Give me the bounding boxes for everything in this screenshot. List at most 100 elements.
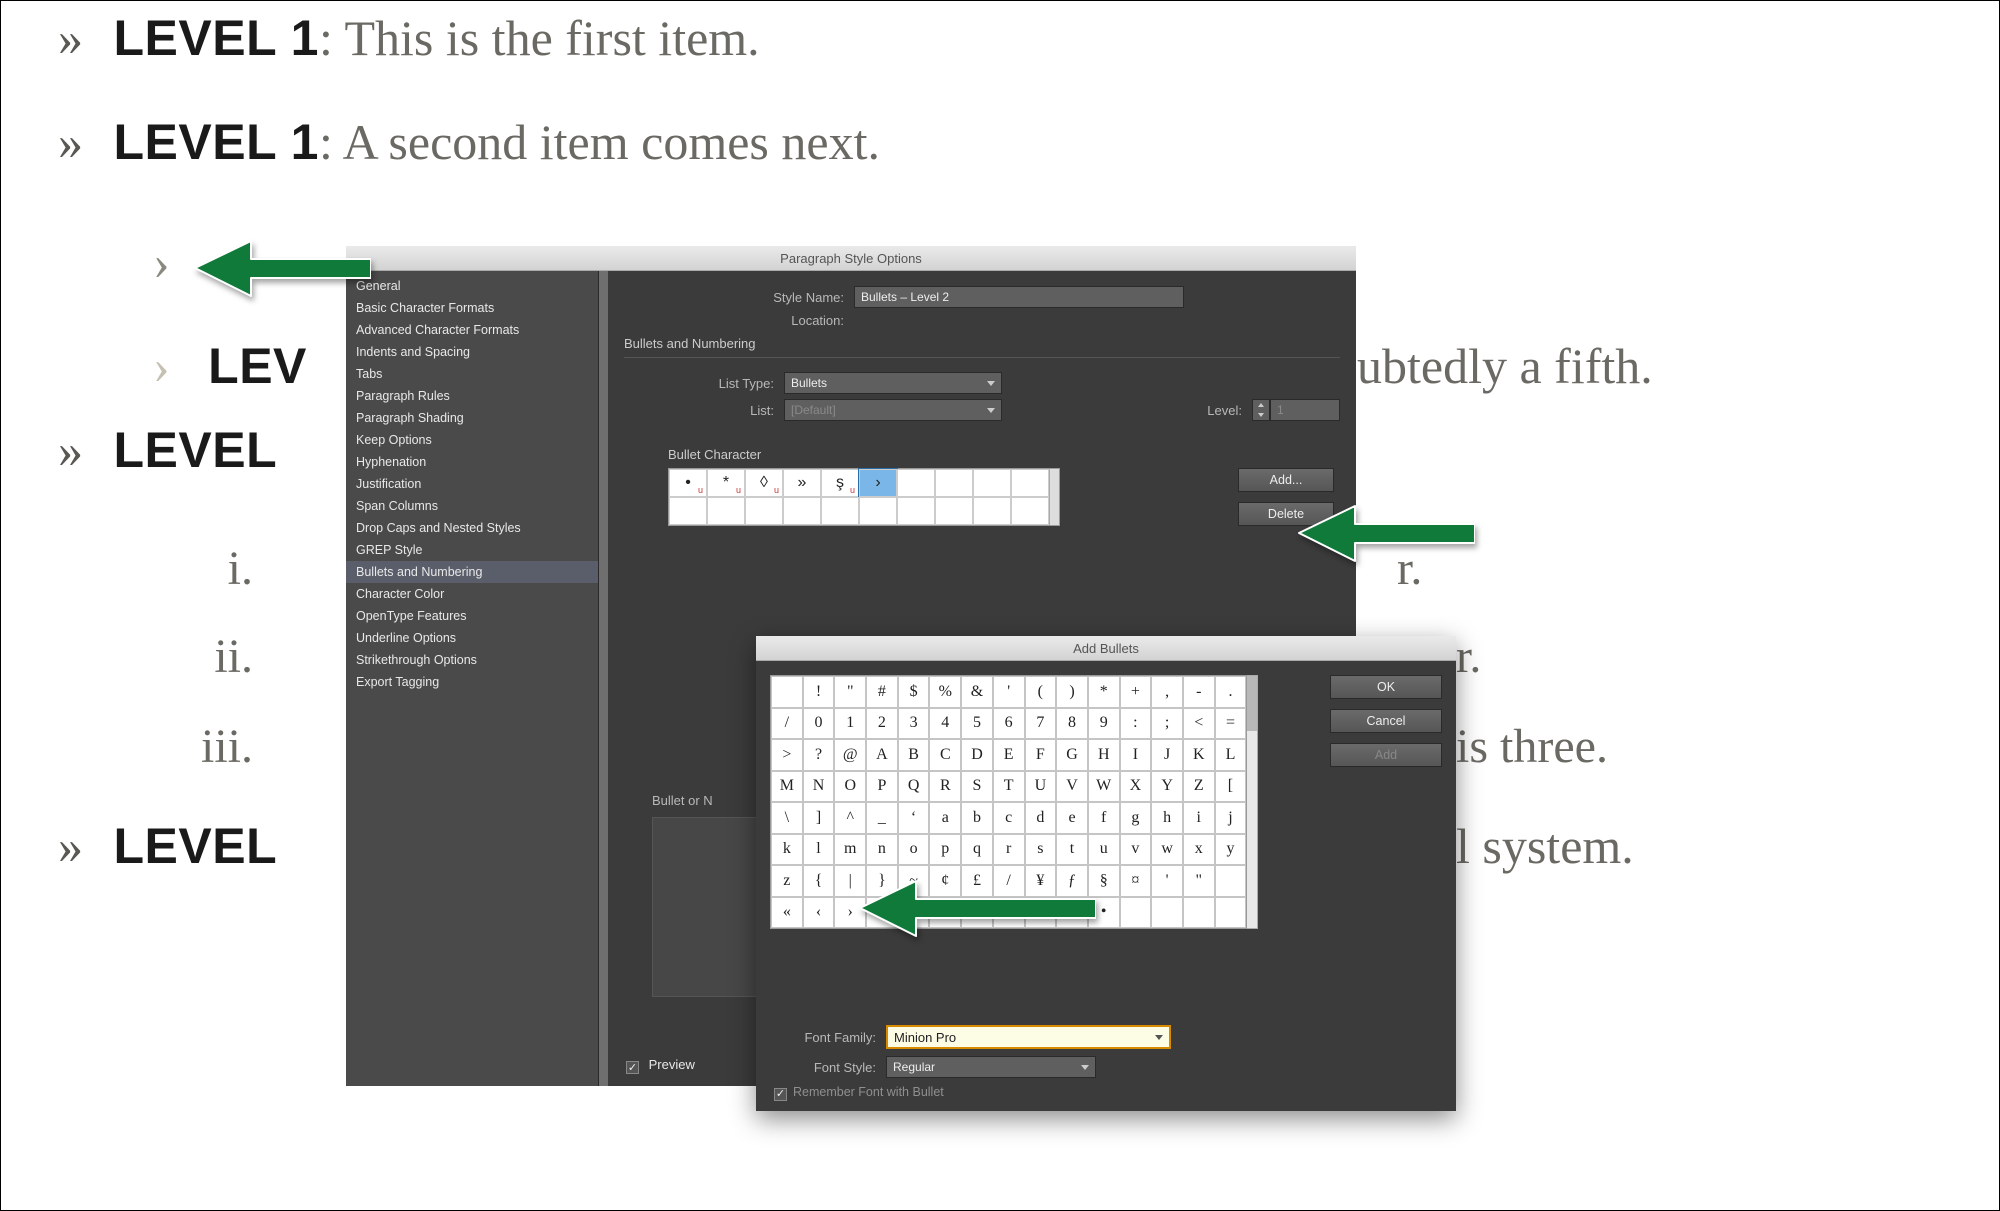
glyph-cell[interactable]: 1 <box>834 708 866 740</box>
glyph-cell[interactable] <box>1120 897 1152 929</box>
bullet-char-cell[interactable] <box>859 497 897 525</box>
glyph-cell[interactable]: ' <box>1151 865 1183 897</box>
scrollbar[interactable] <box>1049 469 1059 525</box>
glyph-cell[interactable]: ‘ <box>898 802 930 834</box>
glyph-cell[interactable]: Y <box>1151 771 1183 803</box>
sidebar-item[interactable]: Advanced Character Formats <box>346 319 608 341</box>
glyph-cell[interactable]: ; <box>1151 708 1183 740</box>
bullet-char-cell[interactable] <box>897 469 935 497</box>
glyph-cell[interactable] <box>771 676 803 708</box>
glyph-cell[interactable]: . <box>1215 676 1247 708</box>
glyph-cell[interactable]: e <box>1056 802 1088 834</box>
glyph-cell[interactable]: a <box>929 802 961 834</box>
bullet-char-cell[interactable] <box>935 469 973 497</box>
sidebar-item[interactable]: Hyphenation <box>346 451 608 473</box>
font-style-select[interactable]: Regular <box>886 1056 1096 1078</box>
glyph-cell[interactable]: z <box>771 865 803 897</box>
remember-font-checkbox[interactable]: Remember Font with Bullet <box>774 1085 1442 1099</box>
glyph-cell[interactable]: B <box>898 739 930 771</box>
glyph-cell[interactable]: - <box>1183 676 1215 708</box>
glyph-cell[interactable]: ^ <box>834 802 866 834</box>
glyph-cell[interactable] <box>1215 865 1247 897</box>
bullet-char-cell[interactable]: ◊u <box>745 469 783 497</box>
glyph-cell[interactable]: I <box>1120 739 1152 771</box>
glyph-cell[interactable]: l <box>803 834 835 866</box>
glyph-cell[interactable]: = <box>1215 708 1247 740</box>
glyph-cell[interactable]: U <box>1025 771 1057 803</box>
glyph-cell[interactable]: w <box>1151 834 1183 866</box>
glyph-cell[interactable]: T <box>993 771 1025 803</box>
glyph-cell[interactable]: / <box>771 708 803 740</box>
sidebar-item[interactable]: Paragraph Rules <box>346 385 608 407</box>
glyph-cell[interactable]: " <box>834 676 866 708</box>
level-stepper[interactable]: 1 <box>1252 399 1340 421</box>
sidebar-item[interactable]: Indents and Spacing <box>346 341 608 363</box>
cancel-button[interactable]: Cancel <box>1330 709 1442 733</box>
glyph-cell[interactable]: i <box>1183 802 1215 834</box>
list-select[interactable]: [Default] <box>784 399 1002 421</box>
add-button[interactable]: Add <box>1330 743 1442 767</box>
glyph-cell[interactable]: E <box>993 739 1025 771</box>
glyph-cell[interactable]: p <box>929 834 961 866</box>
glyph-cell[interactable]: ] <box>803 802 835 834</box>
glyph-cell[interactable]: u <box>1088 834 1120 866</box>
preview-checkbox[interactable]: Preview <box>626 1057 695 1073</box>
scrollbar[interactable] <box>1247 675 1258 929</box>
sidebar-item[interactable]: Keep Options <box>346 429 608 451</box>
glyph-cell[interactable]: : <box>1120 708 1152 740</box>
bullet-char-cell[interactable] <box>707 497 745 525</box>
glyph-cell[interactable] <box>1215 897 1247 929</box>
glyph-cell[interactable]: < <box>1183 708 1215 740</box>
glyph-cell[interactable]: d <box>1025 802 1057 834</box>
glyph-cell[interactable]: v <box>1120 834 1152 866</box>
glyph-cell[interactable]: J <box>1151 739 1183 771</box>
bullet-char-cell[interactable] <box>897 497 935 525</box>
list-type-select[interactable]: Bullets <box>784 372 1002 394</box>
bullet-char-cell[interactable]: *u <box>707 469 745 497</box>
glyph-cell[interactable]: * <box>1088 676 1120 708</box>
glyph-cell[interactable]: G <box>1056 739 1088 771</box>
glyph-cell[interactable]: t <box>1056 834 1088 866</box>
sidebar-item[interactable]: General <box>346 275 608 297</box>
glyph-cell[interactable]: ( <box>1025 676 1057 708</box>
sidebar-item[interactable]: GREP Style <box>346 539 608 561</box>
glyph-cell[interactable]: 0 <box>803 708 835 740</box>
glyph-cell[interactable]: { <box>803 865 835 897</box>
glyph-cell[interactable]: \ <box>771 802 803 834</box>
glyph-cell[interactable]: r <box>993 834 1025 866</box>
bullet-char-cell[interactable]: » <box>783 469 821 497</box>
sidebar-item[interactable]: OpenType Features <box>346 605 608 627</box>
glyph-cell[interactable]: x <box>1183 834 1215 866</box>
glyph-cell[interactable]: X <box>1120 771 1152 803</box>
glyph-cell[interactable]: , <box>1151 676 1183 708</box>
glyph-cell[interactable]: ? <box>803 739 835 771</box>
bullet-char-cell[interactable] <box>973 497 1011 525</box>
glyph-cell[interactable] <box>1183 897 1215 929</box>
bullet-char-cell[interactable] <box>783 497 821 525</box>
sidebar-item[interactable]: Character Color <box>346 583 608 605</box>
glyph-cell[interactable]: 5 <box>961 708 993 740</box>
add-bullet-button[interactable]: Add... <box>1238 468 1334 492</box>
glyph-cell[interactable]: ' <box>993 676 1025 708</box>
glyph-cell[interactable]: s <box>1025 834 1057 866</box>
glyph-cell[interactable]: ‹ <box>803 897 835 929</box>
sidebar-item[interactable]: Underline Options <box>346 627 608 649</box>
glyph-cell[interactable]: M <box>771 771 803 803</box>
bullet-char-cell[interactable]: şu <box>821 469 859 497</box>
glyph-cell[interactable]: # <box>866 676 898 708</box>
glyph-cell[interactable]: N <box>803 771 835 803</box>
glyph-cell[interactable]: q <box>961 834 993 866</box>
bullet-char-cell[interactable] <box>973 469 1011 497</box>
glyph-cell[interactable]: H <box>1088 739 1120 771</box>
glyph-cell[interactable]: [ <box>1215 771 1247 803</box>
glyph-cell[interactable]: A <box>866 739 898 771</box>
glyph-cell[interactable]: j <box>1215 802 1247 834</box>
glyph-cell[interactable]: O <box>834 771 866 803</box>
bullet-char-cell[interactable] <box>821 497 859 525</box>
glyph-cell[interactable]: 8 <box>1056 708 1088 740</box>
glyph-cell[interactable]: 7 <box>1025 708 1057 740</box>
sidebar-item[interactable]: Span Columns <box>346 495 608 517</box>
bullet-char-cell[interactable]: › <box>859 469 897 497</box>
glyph-cell[interactable]: g <box>1120 802 1152 834</box>
glyph-cell[interactable]: 9 <box>1088 708 1120 740</box>
